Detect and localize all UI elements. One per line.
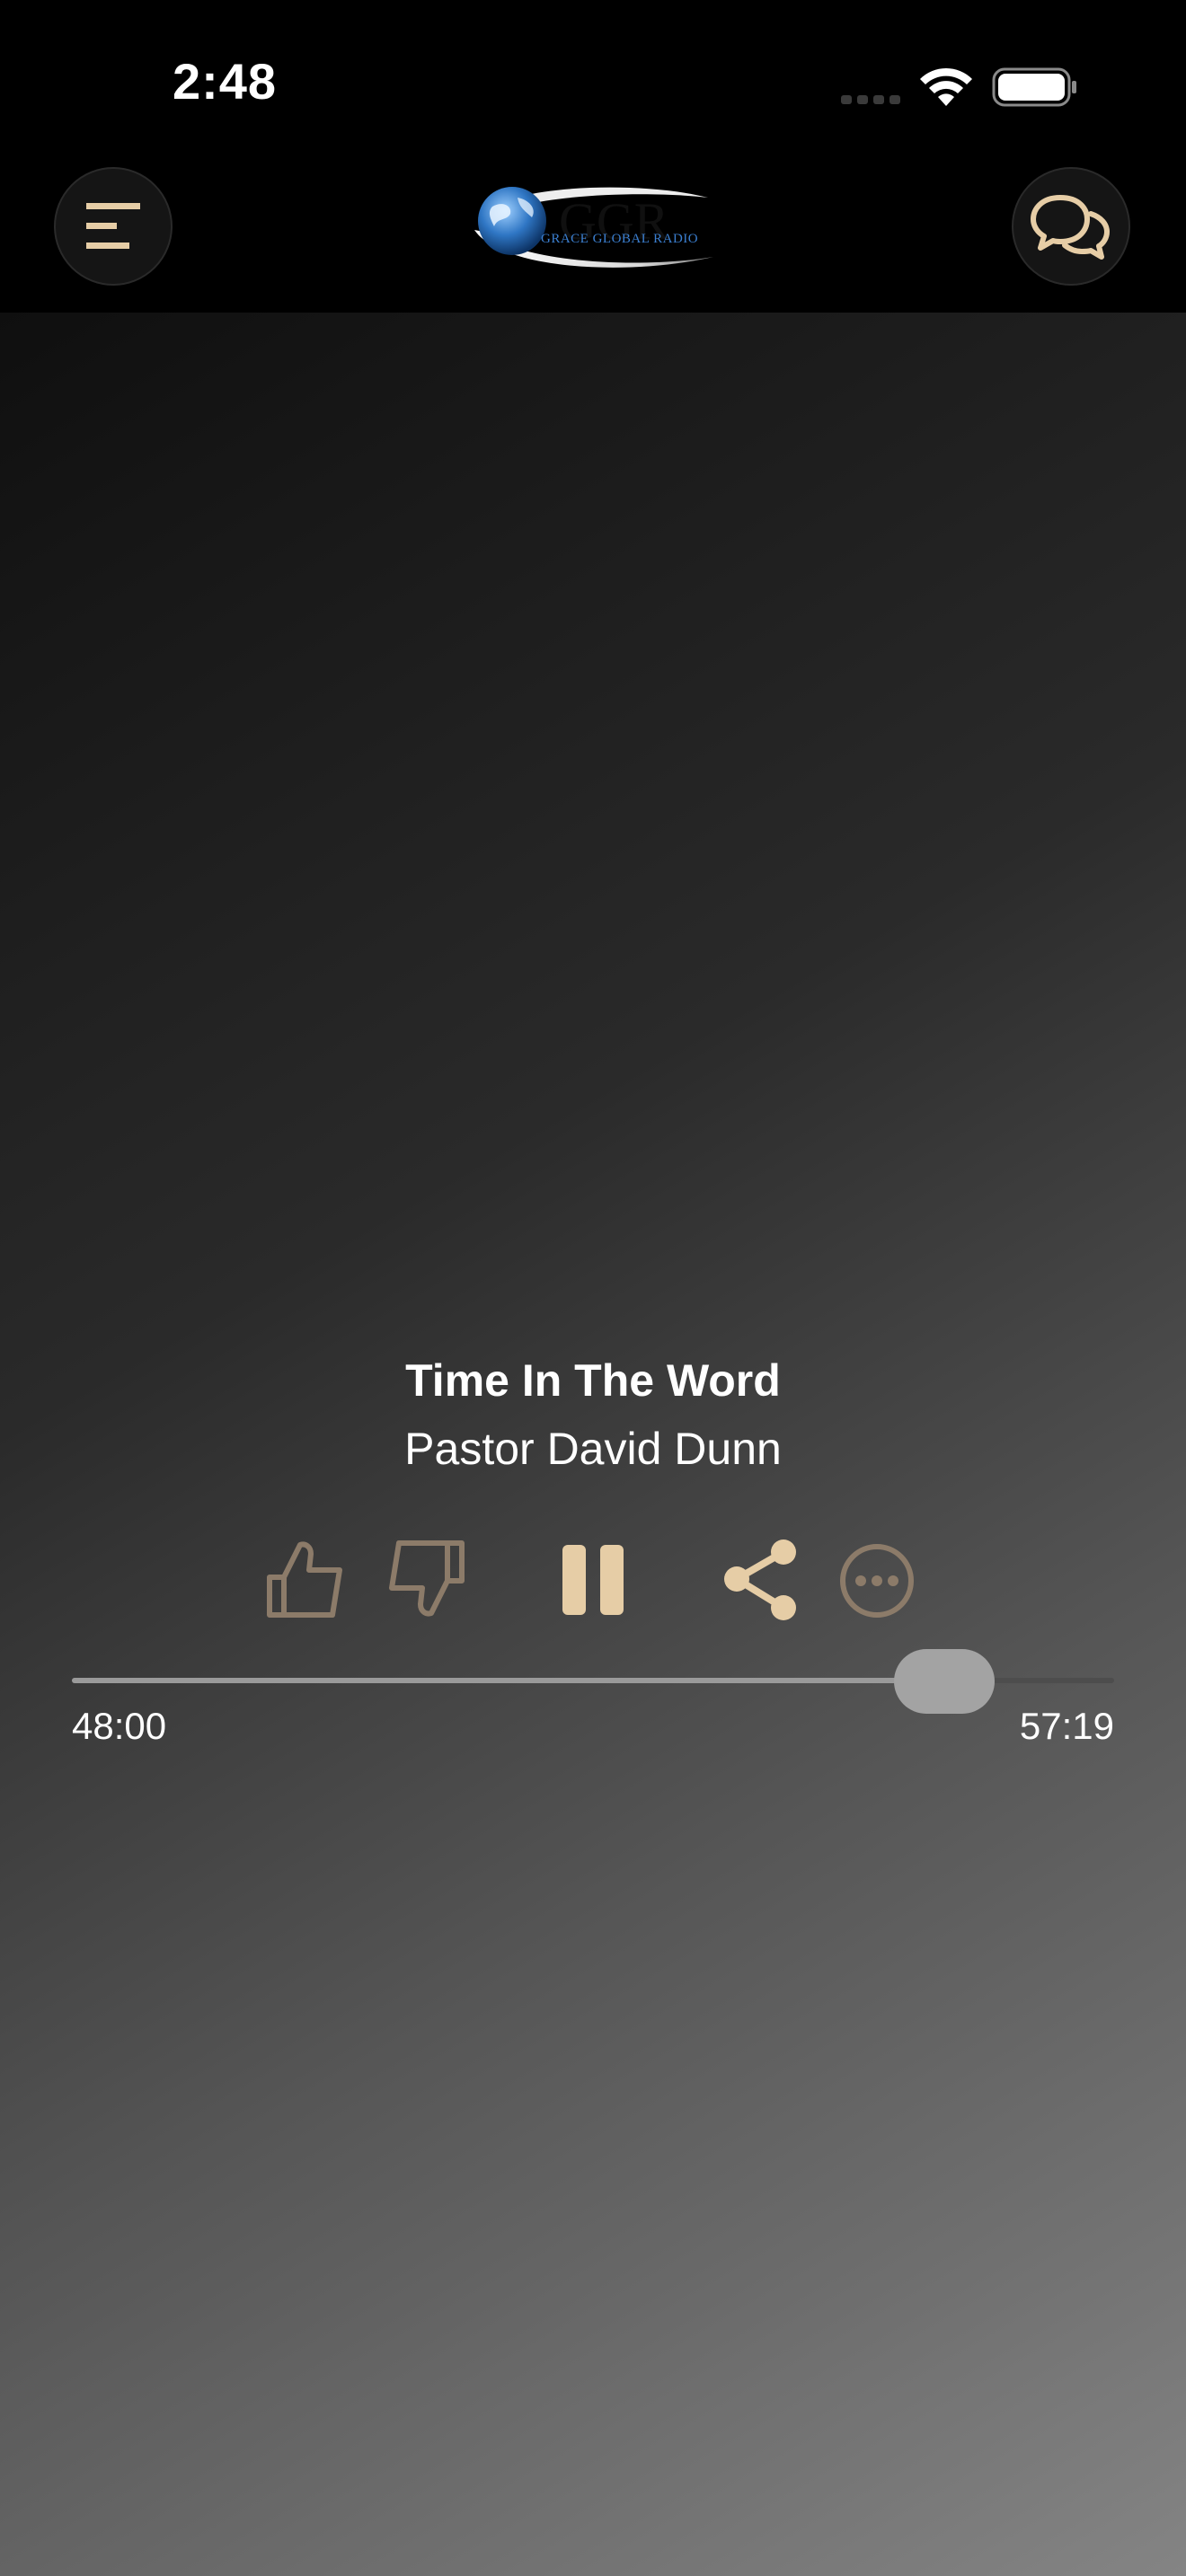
track-artist: Pastor David Dunn [404,1424,782,1474]
menu-icon [86,203,140,249]
thumbs-down-icon [389,1540,465,1617]
like-button[interactable] [264,1536,347,1622]
status-time: 2:48 [172,53,278,110]
dislike-button[interactable] [385,1536,467,1622]
progress-slider[interactable] [72,1649,1114,1741]
pause-button[interactable] [553,1536,633,1622]
cellular-signal-icon [841,95,900,104]
chat-button[interactable] [1012,167,1130,286]
battery-icon [992,67,1076,107]
more-button[interactable] [836,1536,918,1622]
progress-thumb[interactable] [894,1649,995,1714]
share-icon [724,1539,796,1620]
elapsed-time: 48:00 [72,1705,167,1747]
thumbs-up-icon [267,1541,342,1618]
pause-icon [562,1545,624,1615]
share-button[interactable] [719,1536,801,1622]
station-logo: GGR GRACE GLOBAL RADIO [474,187,713,268]
total-time: 57:19 [1019,1705,1114,1747]
more-icon [840,1544,914,1618]
logo-subtext: GRACE GLOBAL RADIO [541,232,698,246]
chat-bubbles-icon [1031,195,1110,260]
top-bar: 2:48 GGR GRACE GLOBAL RADIO [0,0,1186,313]
wifi-icon [920,67,972,106]
progress-fill [72,1678,944,1683]
now-playing-screen: 2:48 GGR GRACE GLOBAL RADIO Time In The … [0,0,1186,2576]
menu-button[interactable] [54,167,173,286]
track-title: Time In The Word [405,1355,781,1406]
